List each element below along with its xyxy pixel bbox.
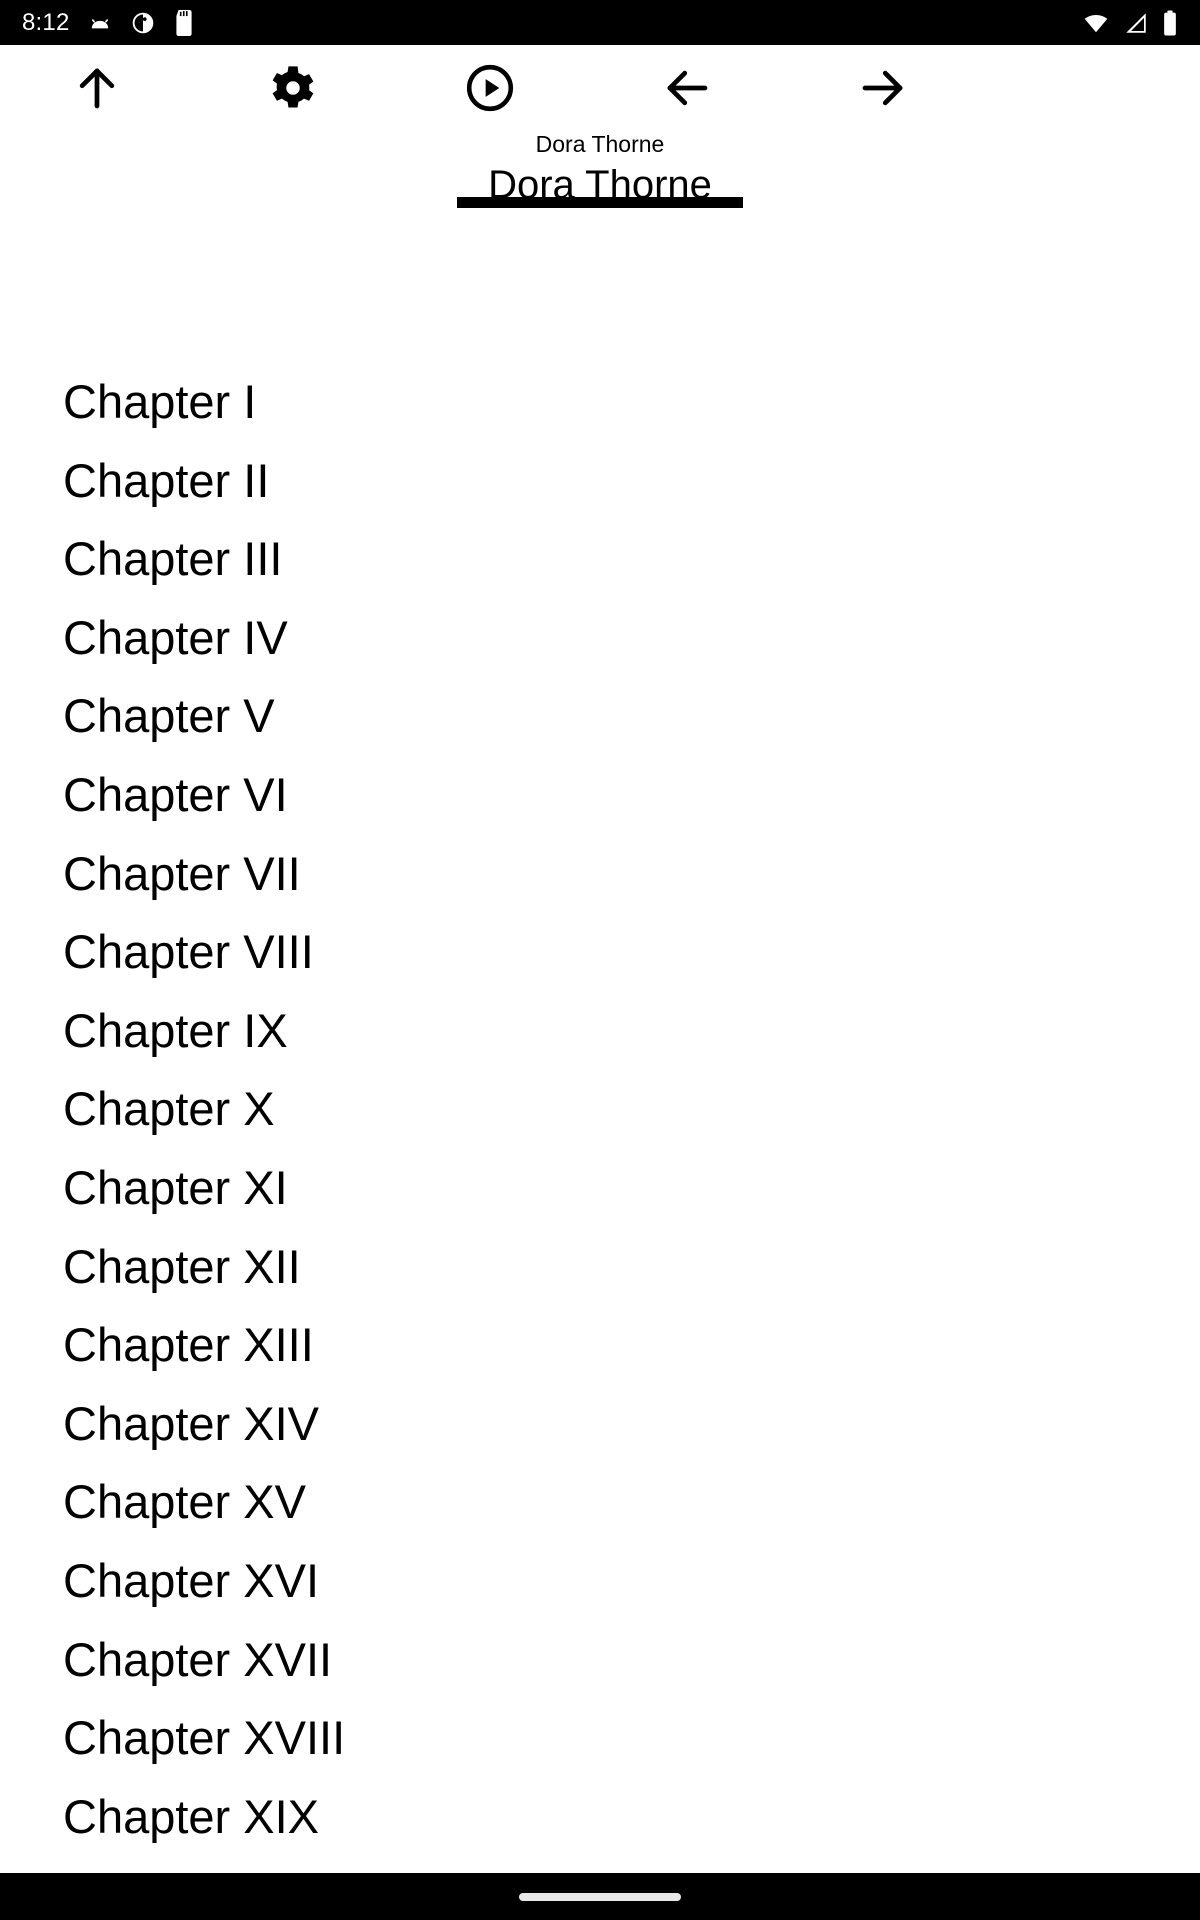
list-item[interactable]: Chapter VII bbox=[63, 835, 1200, 914]
list-item[interactable]: Chapter V bbox=[63, 677, 1200, 756]
list-item[interactable]: Chapter XIII bbox=[63, 1306, 1200, 1385]
list-item[interactable]: Chapter XIX bbox=[63, 1778, 1200, 1857]
list-item[interactable]: Chapter XVII bbox=[63, 1621, 1200, 1700]
list-item[interactable]: Chapter II bbox=[63, 442, 1200, 521]
book-title-block: Dora Thorne Dora Thorne bbox=[0, 128, 1200, 208]
status-bar-left: 8:12 bbox=[22, 8, 195, 36]
gear-icon bbox=[272, 65, 314, 107]
list-item[interactable]: Chapter X bbox=[63, 1070, 1200, 1149]
clock-circle-icon bbox=[132, 12, 153, 33]
book-subtitle: Dora Thorne bbox=[535, 131, 665, 157]
settings-button[interactable] bbox=[245, 45, 341, 130]
up-arrow-icon bbox=[79, 68, 115, 108]
android-icon bbox=[91, 18, 108, 28]
system-navigation-bar bbox=[0, 1873, 1200, 1920]
list-item[interactable]: Chapter VI bbox=[63, 756, 1200, 835]
battery-icon bbox=[1164, 10, 1176, 35]
list-item[interactable]: Chapter XVIII bbox=[63, 1699, 1200, 1778]
arrow-left-icon bbox=[667, 70, 708, 105]
page-title: Dora Thorne bbox=[488, 163, 712, 207]
previous-button[interactable] bbox=[639, 45, 735, 130]
list-item[interactable]: Chapter IV bbox=[63, 599, 1200, 678]
cellular-signal-icon bbox=[1126, 12, 1146, 33]
list-item[interactable]: Chapter XV bbox=[63, 1463, 1200, 1542]
list-item[interactable]: Chapter XVI bbox=[63, 1542, 1200, 1621]
play-circle-icon bbox=[466, 64, 514, 111]
status-bar: 8:12 bbox=[0, 0, 1200, 45]
list-item[interactable]: Chapter VIII bbox=[63, 913, 1200, 992]
app-screen: 8:12 Dora Thorne Dora Thorne Chapter I C… bbox=[0, 0, 1200, 1920]
list-item[interactable]: Chapter III bbox=[63, 520, 1200, 599]
list-item[interactable]: Chapter I bbox=[63, 363, 1200, 442]
wifi-icon bbox=[1084, 14, 1108, 32]
chapter-list[interactable]: Chapter I Chapter II Chapter III Chapter… bbox=[0, 363, 1200, 1920]
home-gesture-pill[interactable] bbox=[519, 1892, 681, 1901]
arrow-right-icon bbox=[862, 70, 903, 105]
app-toolbar bbox=[0, 45, 1200, 130]
book-title-container: Dora Thorne bbox=[457, 162, 743, 208]
up-arrow-button[interactable] bbox=[49, 45, 145, 130]
list-item[interactable]: Chapter XI bbox=[63, 1149, 1200, 1228]
status-bar-clock: 8:12 bbox=[22, 8, 70, 36]
sd-card-icon bbox=[175, 9, 192, 36]
next-button[interactable] bbox=[835, 45, 931, 130]
play-button[interactable] bbox=[442, 45, 538, 130]
status-bar-right bbox=[1082, 10, 1178, 36]
list-item[interactable]: Chapter XII bbox=[63, 1228, 1200, 1307]
list-item[interactable]: Chapter IX bbox=[63, 992, 1200, 1071]
list-item[interactable]: Chapter XIV bbox=[63, 1385, 1200, 1464]
